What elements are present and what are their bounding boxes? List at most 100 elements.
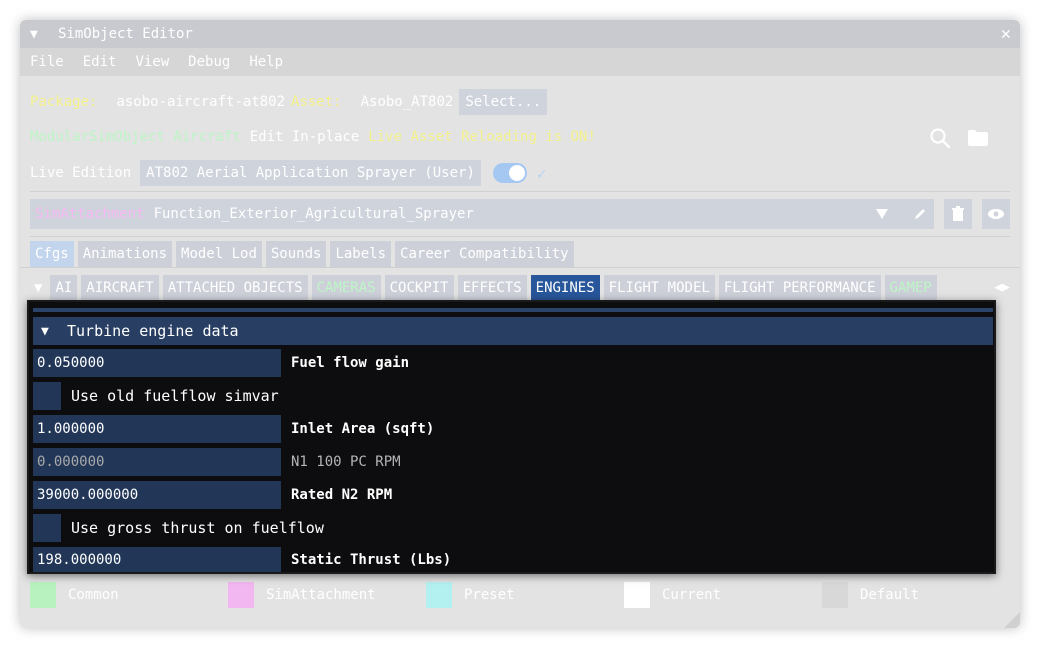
tab-gameplay[interactable]: GAMEP [884,275,937,301]
section-title: Turbine engine data [67,322,239,340]
rated-n2-rpm-input[interactable]: 39000.000000 [33,481,281,509]
legend-item: Preset [426,582,624,608]
property-label: N1 100 PC RPM [291,454,401,470]
tab-cockpit[interactable]: COCKPIT [384,275,454,301]
asset-value: Asobo_AT802 [360,94,454,110]
menu-help[interactable]: Help [249,54,283,70]
trash-icon[interactable] [944,199,972,229]
legend-swatch [30,582,56,608]
legend-item: Default [822,582,1020,608]
live-edition-label: Live Edition [30,165,132,181]
asset-label: Asset: [291,94,342,110]
legend-label: Current [662,587,722,603]
legend-label: SimAttachment [266,587,376,603]
property-row: 198.000000 Static Thrust (Lbs) [33,547,993,572]
primary-tabs: Cfgs Animations Model Lod Sounds Labels … [30,241,578,267]
menu-debug[interactable]: Debug [188,54,230,70]
legend-label: Common [68,587,119,603]
live-edition-row: Live Edition AT802 Aerial Application Sp… [20,159,1020,187]
property-label: Static Thrust (Lbs) [291,551,452,568]
tab-ai[interactable]: AI [50,275,78,301]
tab-flight-model[interactable]: FLIGHT MODEL [603,275,715,301]
legend-item: Current [624,582,822,608]
section-collapse-arrow-icon[interactable]: ▼ [41,324,55,339]
use-old-fuelflow-checkbox[interactable] [33,382,61,410]
title-bar[interactable]: ▼ SimObject Editor ✕ [20,20,1020,48]
menu-bar: File Edit View Debug Help [20,48,1020,76]
close-icon[interactable]: ✕ [1001,24,1011,44]
checkmark-icon: ✓ [536,163,547,183]
legend-swatch [228,582,254,608]
use-gross-thrust-checkbox[interactable] [33,514,61,542]
folder-icon[interactable] [967,129,989,147]
tab-engines[interactable]: ENGINES [530,275,600,301]
legend-item: Common [30,582,228,608]
property-label: Rated N2 RPM [291,487,393,503]
live-edition-toggle[interactable] [492,163,527,183]
toggle-knob [508,165,525,181]
package-label: Package: [30,94,98,110]
section-header-turbine[interactable]: ▼ Turbine engine data [33,317,993,345]
color-legend: Common SimAttachment Preset Current Defa… [30,582,1020,608]
property-label: Inlet Area (sqft) [291,421,435,437]
property-row: 0.000000 N1 100 PC RPM [33,448,993,476]
property-row: Use gross thrust on fuelflow [33,514,993,542]
search-icon[interactable] [929,127,951,149]
secondary-tabs: ▼ AI AIRCRAFT ATTACHED OBJECTS CAMERAS C… [30,275,998,301]
eye-icon[interactable] [982,199,1010,229]
property-row: Use old fuelflow simvar [33,382,993,410]
tab-divider [20,267,1020,268]
edit-pencil-icon[interactable] [906,199,934,229]
tab-attached-objects[interactable]: ATTACHED OBJECTS [162,275,308,301]
inlet-area-input[interactable]: 1.000000 [33,415,281,443]
tab-effects[interactable]: EFFECTS [457,275,527,301]
window-title: SimObject Editor [58,26,193,42]
property-row: 0.050000 Fuel flow gain [33,349,993,377]
attachment-name: Function_Exterior_Agricultural_Sprayer [153,206,474,222]
divider [30,191,1010,192]
package-row: Package: asobo-aircraft-at802 Asset: Aso… [20,88,1020,116]
package-value: asobo-aircraft-at802 [116,94,286,110]
mode-row: ModularSimObject Aircraft Edit In-place … [20,123,1020,151]
divider [30,236,1010,237]
legend-label: Default [860,587,920,603]
property-row: 1.000000 Inlet Area (sqft) [33,415,993,443]
property-label: Use old fuelflow simvar [71,387,279,405]
property-row: 39000.000000 Rated N2 RPM [33,481,993,509]
legend-label: Preset [464,587,515,603]
menu-edit[interactable]: Edit [83,54,117,70]
tab-labels[interactable]: Labels [330,241,392,267]
panel-top-strip [33,308,993,312]
live-edition-selector[interactable]: AT802 Aerial Application Sprayer (User) [140,160,481,186]
menu-view[interactable]: View [135,54,169,70]
tab-animations[interactable]: Animations [77,241,173,267]
tab-aircraft[interactable]: AIRCRAFT [81,275,159,301]
property-label: Fuel flow gain [291,355,410,371]
legend-swatch [822,582,848,608]
scroll-right-icon[interactable]: ▶ [1002,280,1010,295]
scroll-left-icon[interactable]: ◀ [994,280,1002,295]
collapse-arrow-icon[interactable]: ▼ [30,27,44,42]
static-thrust-input[interactable]: 198.000000 [33,547,281,572]
edit-inplace-label: Edit In-place [249,129,360,145]
live-reload-status: Live Asset Reloading is ON! [368,129,596,145]
menu-file[interactable]: File [30,54,64,70]
fuel-flow-gain-input[interactable]: 0.050000 [33,349,281,377]
tab-career-compatibility[interactable]: Career Compatibility [395,241,574,267]
engine-properties-panel: ▼ Turbine engine data 0.050000 Fuel flow… [27,300,996,574]
tab-flight-performance[interactable]: FLIGHT PERFORMANCE [718,275,881,301]
resize-grip[interactable] [1004,612,1020,628]
legend-swatch [624,582,650,608]
tab-sounds[interactable]: Sounds [265,241,327,267]
legend-swatch [426,582,452,608]
modular-simobject-label: ModularSimObject Aircraft [30,129,241,145]
n1-100pc-rpm-input[interactable]: 0.000000 [33,448,281,476]
tab-cfgs[interactable]: Cfgs [30,241,74,267]
attachment-selector[interactable]: SimAttachment Function_Exterior_Agricult… [30,199,910,229]
select-asset-button[interactable]: Select... [459,89,548,115]
tab-scroll-arrows: ◀▶ [994,275,1010,301]
tab-list-arrow-icon[interactable]: ▼ [30,275,46,301]
tab-cameras[interactable]: CAMERAS [311,275,381,301]
dropdown-arrow-icon[interactable] [868,199,896,229]
tab-model-lod[interactable]: Model Lod [176,241,262,267]
